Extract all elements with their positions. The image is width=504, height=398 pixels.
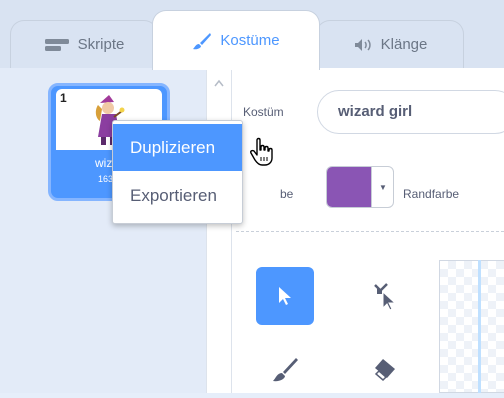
fill-label: be: [280, 187, 294, 201]
eraser-tool[interactable]: [356, 340, 414, 398]
arrow-cursor-icon: [279, 287, 291, 305]
divider: [236, 231, 504, 232]
costume-list-scrollbar[interactable]: [206, 68, 232, 393]
fill-color-picker[interactable]: ▼: [326, 166, 394, 208]
tab-sounds-label: Klänge: [380, 36, 428, 53]
canvas-guide-line: [478, 260, 481, 393]
costume-name-input[interactable]: wizard girl: [317, 90, 504, 134]
reshape-tool[interactable]: [356, 267, 414, 325]
code-blocks-icon: [44, 38, 70, 52]
tab-sounds[interactable]: Klänge: [316, 20, 464, 68]
paintbrush-icon: [192, 31, 212, 51]
fill-color-swatch: [327, 167, 371, 207]
reshape-icon: [374, 283, 397, 311]
menu-item-duplicate[interactable]: Duplizieren: [113, 124, 242, 171]
scroll-up-icon[interactable]: [213, 78, 225, 88]
tab-scripts-label: Skripte: [77, 36, 125, 53]
eraser-icon: [374, 359, 395, 382]
tab-costumes[interactable]: Kostüme: [152, 10, 320, 70]
drawing-canvas[interactable]: [439, 260, 504, 393]
brush-tool[interactable]: [256, 340, 314, 398]
tab-scripts[interactable]: Skripte: [10, 20, 158, 68]
tab-costumes-label: Kostüme: [220, 32, 280, 49]
outline-label: Randfarbe: [403, 187, 460, 201]
hand-pointer-icon: [250, 137, 273, 166]
select-tool[interactable]: [256, 267, 314, 325]
costume-name-label: Kostüm: [243, 105, 284, 119]
brush-icon: [273, 358, 298, 382]
context-menu: Duplizieren Exportieren: [112, 120, 243, 224]
caret-down-icon: ▼: [371, 167, 393, 207]
speaker-icon: [353, 38, 373, 52]
costume-index: 1: [60, 91, 67, 105]
menu-item-export[interactable]: Exportieren: [113, 172, 242, 219]
